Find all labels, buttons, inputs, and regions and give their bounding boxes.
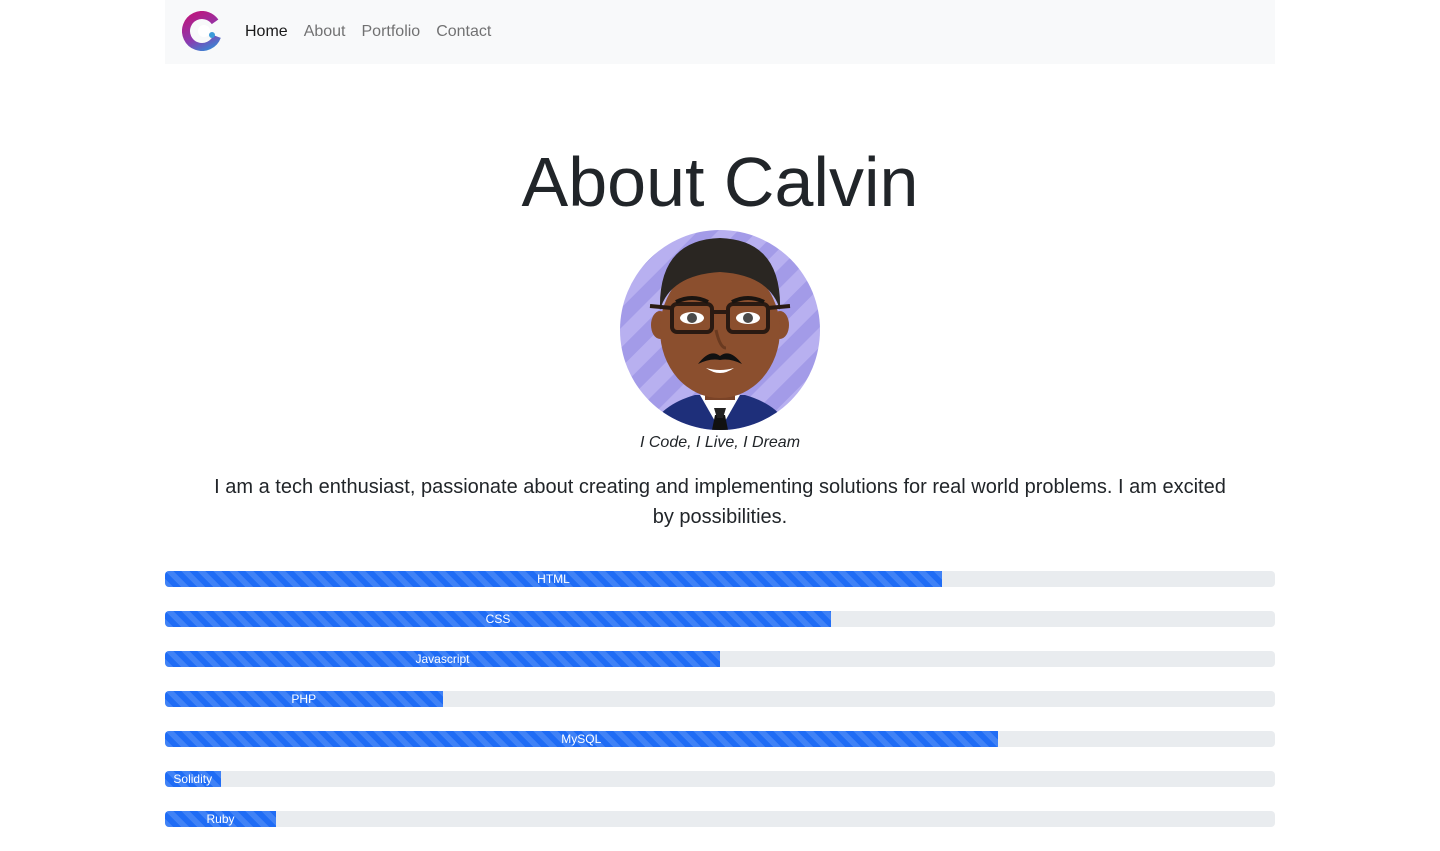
skill-progress-php: PHP bbox=[165, 691, 1275, 707]
skill-progress-bar: CSS bbox=[165, 611, 831, 627]
avatar bbox=[620, 230, 820, 430]
skill-progress-html: HTML bbox=[165, 571, 1275, 587]
nav-links: Home About Portfolio Contact bbox=[245, 0, 507, 64]
skill-progress-bar: Solidity bbox=[165, 771, 221, 787]
skill-progress-bar: MySQL bbox=[165, 731, 998, 747]
skill-progress-css: CSS bbox=[165, 611, 1275, 627]
skill-progress-mysql: MySQL bbox=[165, 731, 1275, 747]
nav-link-portfolio[interactable]: Portfolio bbox=[362, 20, 421, 44]
skill-progress-bar: PHP bbox=[165, 691, 443, 707]
navbar: Home About Portfolio Contact bbox=[165, 0, 1275, 64]
skill-progress-bar: HTML bbox=[165, 571, 942, 587]
skills-list: HTML CSS Javascript PHP MySQL Solidity Ruby bbox=[165, 571, 1275, 851]
page-title: About Calvin bbox=[521, 143, 919, 221]
logo-icon[interactable] bbox=[182, 11, 222, 51]
skill-progress-solidity: Solidity bbox=[165, 771, 1275, 787]
skill-progress-javascript: Javascript bbox=[165, 651, 1275, 667]
avatar-caption: I Code, I Live, I Dream bbox=[639, 434, 801, 451]
bio-text: I am a tech enthusiast, passionate about… bbox=[214, 476, 1226, 528]
skill-progress-bar: Javascript bbox=[165, 651, 720, 667]
skill-progress-bar: Ruby bbox=[165, 811, 276, 827]
nav-link-home[interactable]: Home bbox=[245, 20, 288, 44]
nav-link-about[interactable]: About bbox=[304, 20, 346, 44]
skill-progress-ruby: Ruby bbox=[165, 811, 1275, 827]
nav-link-contact[interactable]: Contact bbox=[436, 20, 491, 44]
